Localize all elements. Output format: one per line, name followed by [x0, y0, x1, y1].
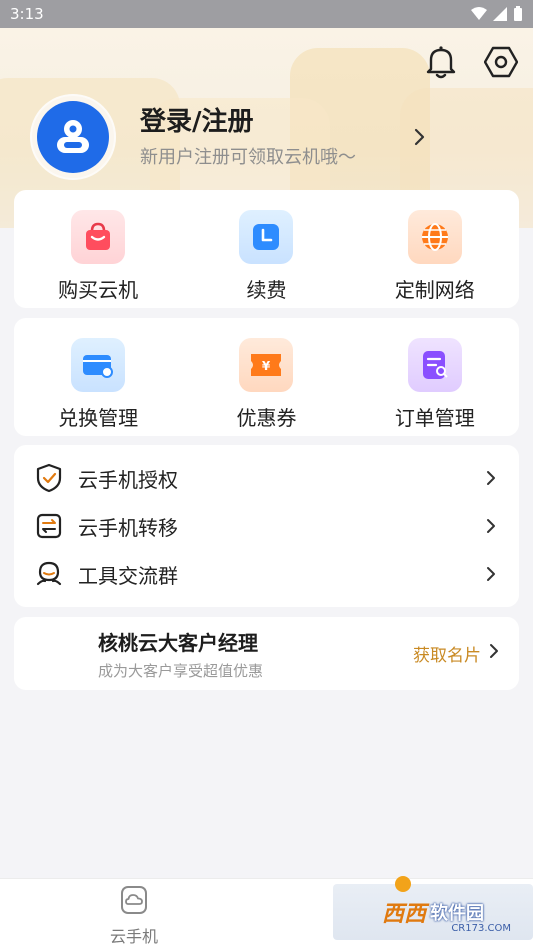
chevron-right-icon: [483, 470, 499, 486]
grid-label: 购买云机: [58, 277, 139, 302]
grid-label: 续费: [246, 277, 287, 302]
signal-icon: [493, 7, 507, 21]
chevron-right-icon: [483, 566, 499, 582]
chevron-right-icon: [489, 643, 499, 664]
list-item-label: 云手机授权: [78, 467, 178, 492]
status-bar: 3:13: [0, 0, 533, 28]
order-search-icon: [407, 337, 462, 392]
settings-list-card: 云手机授权 云手机转移 工具交流群: [14, 445, 519, 607]
cloud-phone-icon: [119, 885, 149, 919]
profile-header[interactable]: 登录/注册 新用户注册可领取云机哦～: [30, 94, 533, 180]
coupon-icon: ¥: [239, 337, 294, 392]
quick-actions-card-1: 购买云机 续费 定制网络: [14, 190, 519, 308]
watermark-main: 西西: [381, 902, 426, 927]
account-manager-title: 核桃云大客户经理: [98, 630, 258, 655]
profile-text: 登录/注册 新用户注册可领取云机哦～: [140, 105, 533, 169]
get-business-card-label: 获取名片: [413, 646, 481, 666]
list-item-phone-transfer[interactable]: 云手机转移: [14, 502, 519, 550]
list-item-phone-authorization[interactable]: 云手机授权: [14, 454, 519, 502]
quick-actions-card-2: 兑换管理 ¥ 优惠券 订单管理: [14, 318, 519, 436]
account-manager-card[interactable]: 核桃云大客户经理 成为大客户享受超值优惠 获取名片: [14, 617, 519, 690]
shopping-bag-icon: [71, 209, 126, 264]
globe-icon: [407, 209, 462, 264]
shield-check-icon: [34, 463, 64, 493]
card-key-icon: [71, 337, 126, 392]
notification-bell-icon[interactable]: [423, 44, 459, 80]
profile-chevron-right-icon[interactable]: [414, 128, 426, 150]
account-manager-text: 核桃云大客户经理 成为大客户享受超值优惠: [98, 627, 413, 681]
login-register-title[interactable]: 登录/注册: [140, 105, 533, 139]
list-item-label: 云手机转移: [78, 515, 178, 540]
clock-icon: [239, 209, 294, 264]
grid-item-buy-phone[interactable]: 购买云机: [18, 209, 178, 303]
settings-icon[interactable]: [483, 44, 519, 80]
avatar-frame[interactable]: [30, 94, 116, 180]
wifi-icon: [471, 7, 487, 20]
get-business-card-button[interactable]: 获取名片: [413, 641, 499, 666]
account-manager-subtitle: 成为大客户享受超值优惠: [98, 661, 264, 680]
status-icons: [471, 6, 523, 22]
grid-label: 订单管理: [394, 405, 475, 430]
chevron-right-icon: [483, 518, 499, 534]
grid-label: 优惠券: [236, 405, 297, 430]
transfer-icon: [34, 511, 64, 541]
grid-label: 定制网络: [394, 277, 475, 302]
tab-label: 云手机: [109, 927, 158, 946]
grid-item-coupons[interactable]: ¥ 优惠券: [186, 337, 346, 431]
top-actions: [423, 44, 519, 80]
grid-item-renew[interactable]: 续费: [186, 209, 346, 303]
watermark-orange-dot: [395, 876, 411, 892]
watermark-url: CR173.COM: [451, 923, 511, 934]
robot-avatar-icon: [57, 120, 89, 153]
grid-label: 兑换管理: [58, 405, 139, 430]
battery-icon: [514, 6, 522, 21]
avatar: [37, 101, 109, 173]
grid-item-order-management[interactable]: 订单管理: [355, 337, 515, 431]
grid-item-redeem-management[interactable]: 兑换管理: [18, 337, 178, 431]
status-time: 3:13: [10, 5, 44, 23]
list-item-tool-group[interactable]: 工具交流群: [14, 550, 519, 598]
watermark-logo: 西西 软件园 CR173.COM: [333, 876, 533, 940]
svg-text:¥: ¥: [262, 359, 271, 373]
list-item-label: 工具交流群: [78, 563, 178, 588]
tab-cloud-phone[interactable]: 云手机: [96, 885, 172, 947]
login-subtitle: 新用户注册可领取云机哦～: [140, 147, 356, 168]
chat-group-icon: [34, 559, 64, 589]
grid-item-custom-network[interactable]: 定制网络: [355, 209, 515, 303]
watermark-sub: 软件园: [430, 903, 484, 924]
